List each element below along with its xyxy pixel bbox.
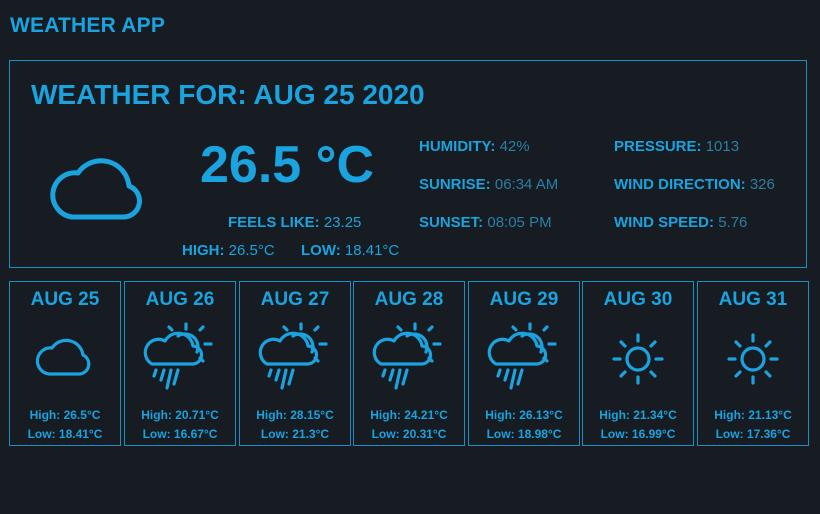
forecast-day: AUG 30 <box>603 289 673 310</box>
forecast-temps: High: 21.13°C Low: 17.36°C <box>698 406 808 444</box>
sun-icon <box>608 329 668 394</box>
forecast-high: High: 26.13°C <box>485 408 563 422</box>
forecast-card[interactable]: AUG 26 High: 20.71°C Low: 16.67°C <box>124 281 236 446</box>
forecast-low: Low: 16.67°C <box>142 427 218 441</box>
pressure-label: PRESSURE: <box>614 138 702 155</box>
sunrise-stat: SUNRISE: 06:34 AM <box>419 176 558 193</box>
sun-cloud-rain-icon <box>371 322 447 397</box>
forecast-card[interactable]: AUG 25 High: 26.5°C Low: 18.41°C <box>9 281 121 446</box>
forecast-day: AUG 28 <box>374 289 444 310</box>
low-temp: LOW: 18.41°C <box>301 242 399 259</box>
forecast-day: AUG 31 <box>718 289 788 310</box>
high-value: 26.5°C <box>228 242 275 259</box>
sun-cloud-rain-icon <box>486 322 562 397</box>
forecast-high: High: 20.71°C <box>141 408 219 422</box>
sunrise-label: SUNRISE: <box>419 176 491 193</box>
wind-direction-label: WIND DIRECTION: <box>614 176 746 193</box>
forecast-temps: High: 28.15°C Low: 21.3°C <box>240 406 350 444</box>
forecast-day: AUG 25 <box>30 289 100 310</box>
forecast-low: Low: 20.31°C <box>371 427 447 441</box>
wind-speed-value: 5.76 <box>718 214 748 231</box>
forecast-card[interactable]: AUG 28 High: 24.21°C Low: 20.31°C <box>353 281 465 446</box>
wind-direction-stat: WIND DIRECTION: 326 <box>614 176 775 193</box>
forecast-day: AUG 27 <box>260 289 330 310</box>
humidity-label: HUMIDITY: <box>419 138 496 155</box>
sunrise-value: 06:34 AM <box>494 176 559 193</box>
humidity-value: 42% <box>499 138 530 155</box>
forecast-temps: High: 26.13°C Low: 18.98°C <box>469 406 579 444</box>
high-temp: HIGH: 26.5°C <box>182 242 275 259</box>
sun-icon <box>723 329 783 394</box>
high-label: HIGH: <box>182 242 225 259</box>
forecast-low: Low: 17.36°C <box>715 427 791 441</box>
wind-direction-value: 326 <box>749 176 775 193</box>
forecast-temps: High: 26.5°C Low: 18.41°C <box>10 406 120 444</box>
forecast-high: High: 24.21°C <box>370 408 448 422</box>
forecast-card[interactable]: AUG 31 High: 21.13°C Low: 17.36°C <box>697 281 809 446</box>
humidity-stat: HUMIDITY: 42% <box>419 138 530 155</box>
forecast-day: AUG 26 <box>145 289 215 310</box>
sunset-label: SUNSET: <box>419 214 484 231</box>
wind-speed-stat: WIND SPEED: 5.76 <box>614 214 747 231</box>
forecast-low: Low: 18.98°C <box>486 427 562 441</box>
forecast-low: Low: 16.99°C <box>600 427 676 441</box>
feels-like-value: 23.25 <box>323 214 362 231</box>
sunset-value: 08:05 PM <box>487 214 552 231</box>
feels-like: FEELS LIKE: 23.25 <box>228 214 361 231</box>
low-label: LOW: <box>301 242 341 259</box>
forecast-temps: High: 24.21°C Low: 20.31°C <box>354 406 464 444</box>
forecast-low: Low: 18.41°C <box>27 427 103 441</box>
forecast-card[interactable]: AUG 30 High: 21.34°C Low: 16.99°C <box>582 281 694 446</box>
feels-like-label: FEELS LIKE: <box>228 214 320 231</box>
wind-speed-label: WIND SPEED: <box>614 214 715 231</box>
forecast-card[interactable]: AUG 29 High: 26.13°C Low: 18.98°C <box>468 281 580 446</box>
forecast-card[interactable]: AUG 27 High: 28.15°C Low: 21.3°C <box>239 281 351 446</box>
forecast-high: High: 21.34°C <box>599 408 677 422</box>
cloud-icon <box>50 158 142 220</box>
forecast-temps: High: 20.71°C Low: 16.67°C <box>125 406 235 444</box>
forecast-high: High: 21.13°C <box>714 408 792 422</box>
sun-cloud-rain-icon <box>142 322 218 397</box>
current-weather-panel: WEATHER FOR: AUG 25 2020 26.5 °C FEELS L… <box>9 60 807 268</box>
sunset-stat: SUNSET: 08:05 PM <box>419 214 552 231</box>
forecast-temps: High: 21.34°C Low: 16.99°C <box>583 406 693 444</box>
app-title: WEATHER APP <box>10 14 166 37</box>
cloud-icon <box>35 337 95 382</box>
pressure-stat: PRESSURE: 1013 <box>614 138 739 155</box>
current-temperature: 26.5 °C <box>200 136 375 194</box>
forecast-low: Low: 21.3°C <box>260 427 330 441</box>
forecast-day: AUG 29 <box>489 289 559 310</box>
forecast-high: High: 26.5°C <box>29 408 101 422</box>
sun-cloud-rain-icon <box>257 322 333 397</box>
low-value: 18.41°C <box>344 242 400 259</box>
forecast-high: High: 28.15°C <box>256 408 334 422</box>
weather-date-heading: WEATHER FOR: AUG 25 2020 <box>31 79 425 110</box>
pressure-value: 1013 <box>705 138 740 155</box>
